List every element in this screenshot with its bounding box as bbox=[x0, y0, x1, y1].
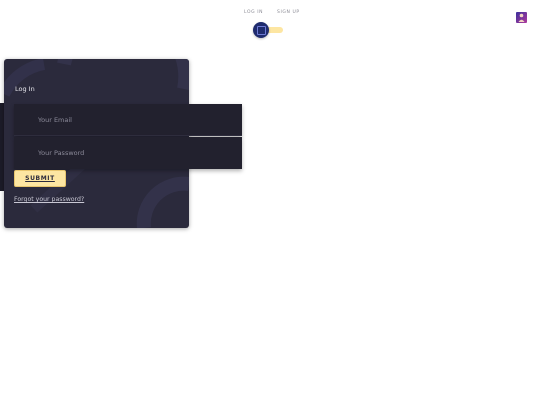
user-avatar-icon[interactable] bbox=[516, 12, 527, 23]
toggle-knob bbox=[253, 22, 269, 38]
tab-signup[interactable]: SIGN UP bbox=[277, 10, 300, 15]
tab-login[interactable]: LOG IN bbox=[244, 10, 263, 15]
theme-toggle[interactable] bbox=[253, 22, 285, 38]
password-field[interactable] bbox=[14, 137, 242, 169]
submit-button[interactable]: SUBMIT bbox=[14, 170, 66, 187]
forgot-password-link[interactable]: Forgot your password? bbox=[14, 196, 84, 203]
toggle-switch-icon bbox=[257, 26, 266, 35]
form-title: Log In bbox=[15, 85, 35, 93]
email-field[interactable] bbox=[14, 104, 242, 136]
auth-tabs: LOG IN SIGN UP bbox=[0, 10, 540, 20]
